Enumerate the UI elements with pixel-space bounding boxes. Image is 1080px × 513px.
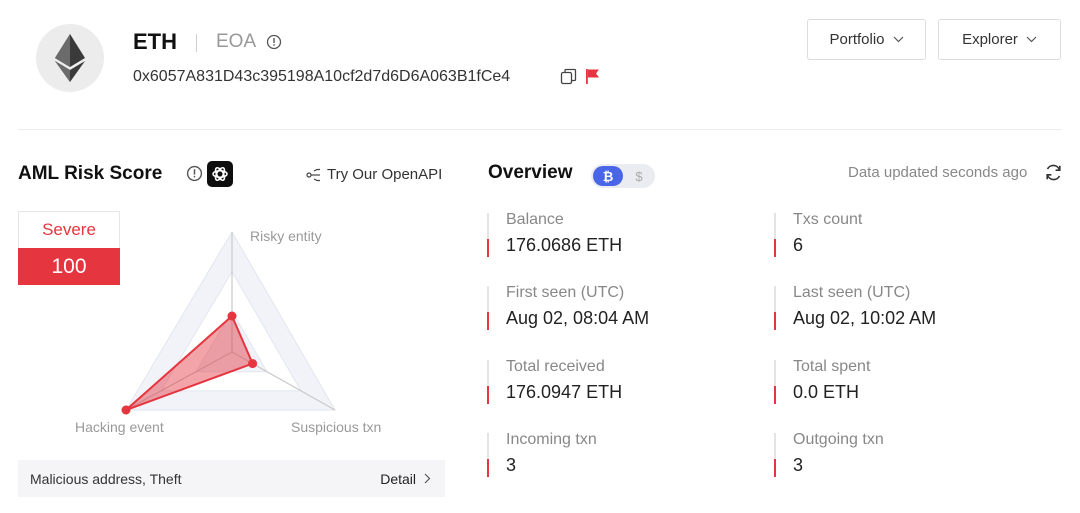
stat-value: 176.0947 ETH (506, 382, 623, 402)
risk-radar-chart (121, 231, 336, 415)
explorer-dropdown[interactable]: Explorer (938, 19, 1061, 60)
stat-first-seen: First seen (UTC) Aug 02, 08:04 AM (487, 284, 747, 334)
currency-btc-option[interactable]: ₿ (593, 166, 623, 186)
stat-balance: Balance 176.0686 ETH (487, 211, 747, 261)
stat-value: 0.0 ETH (793, 382, 860, 402)
stat-value: 6 (793, 235, 804, 255)
section-divider (18, 129, 1061, 130)
openapi-label: Try Our OpenAPI (327, 166, 443, 183)
address-header: ETH EOA 0x6057A831D43c395198A10cf2d7d6D6… (0, 0, 1080, 130)
radar-point (248, 359, 258, 369)
detail-label: Detail (380, 470, 416, 487)
chevron-right-icon (424, 473, 431, 484)
chevron-down-icon (893, 36, 903, 43)
account-type: EOA (216, 31, 257, 52)
portfolio-dropdown[interactable]: Portfolio (807, 19, 926, 60)
stat-last-seen: Last seen (UTC) Aug 02, 10:02 AM (774, 284, 1034, 334)
refresh-icon[interactable] (1044, 163, 1063, 187)
stat-label: Balance (506, 211, 564, 228)
info-icon[interactable] (266, 34, 282, 55)
stat-label: Txs count (793, 211, 863, 228)
stat-marker (774, 213, 776, 257)
detail-link[interactable]: Detail (380, 471, 431, 487)
stat-label: Incoming txn (506, 431, 597, 448)
copy-icon[interactable] (560, 68, 577, 90)
try-openapi-link[interactable]: Try Our OpenAPI (306, 166, 442, 183)
divider (196, 34, 197, 52)
stat-total-received: Total received 176.0947 ETH (487, 358, 747, 408)
chevron-down-icon (1026, 36, 1037, 43)
updated-status: Data updated seconds ago (848, 164, 1028, 181)
api-icon (306, 168, 320, 181)
coin-symbol: ETH (133, 29, 177, 54)
radar-axis-risky-entity: Risky entity (250, 228, 322, 244)
stat-label: Last seen (UTC) (793, 284, 911, 301)
aml-risk-title: AML Risk Score (18, 163, 163, 184)
wallet-address: 0x6057A831D43c395198A10cf2d7d6D6A063B1fC… (133, 68, 511, 85)
stat-marker (774, 286, 776, 330)
stat-value: Aug 02, 08:04 AM (506, 308, 650, 328)
currency-toggle[interactable]: ₿ $ (591, 164, 655, 188)
risk-tags: Malicious address, Theft (30, 470, 182, 487)
stat-outgoing-txn: Outgoing txn 3 (774, 431, 1034, 481)
radar-axis-hacking-event: Hacking event (75, 419, 164, 435)
risk-tags-bar: Malicious address, Theft Detail (18, 460, 445, 497)
overview-title: Overview (488, 162, 573, 183)
stat-label: Total received (506, 358, 605, 375)
radar-point (227, 311, 237, 321)
currency-usd-option[interactable]: $ (625, 166, 653, 186)
chatgpt-icon[interactable] (207, 161, 233, 187)
eth-logo-icon (36, 24, 104, 92)
stat-value: 176.0686 ETH (506, 235, 623, 255)
stat-label: First seen (UTC) (506, 284, 625, 301)
stat-value: 3 (793, 455, 804, 475)
stat-marker (487, 286, 489, 330)
stat-total-spent: Total spent 0.0 ETH (774, 358, 1034, 408)
stat-marker (487, 433, 489, 477)
stat-marker (774, 360, 776, 404)
stat-value: Aug 02, 10:02 AM (793, 308, 937, 328)
stat-marker (487, 213, 489, 257)
stat-marker (487, 360, 489, 404)
portfolio-label: Portfolio (829, 31, 885, 48)
radar-axis-suspicious-txn: Suspicious txn (291, 419, 382, 435)
stat-incoming-txn: Incoming txn 3 (487, 431, 747, 481)
stat-label: Total spent (793, 358, 871, 375)
flag-icon[interactable] (585, 68, 600, 90)
stat-value: 3 (506, 455, 517, 475)
explorer-label: Explorer (962, 31, 1018, 48)
stat-txs-count: Txs count 6 (774, 211, 1034, 261)
info-icon[interactable] (186, 165, 203, 187)
stat-label: Outgoing txn (793, 431, 884, 448)
stat-marker (774, 433, 776, 477)
radar-point (121, 405, 131, 415)
